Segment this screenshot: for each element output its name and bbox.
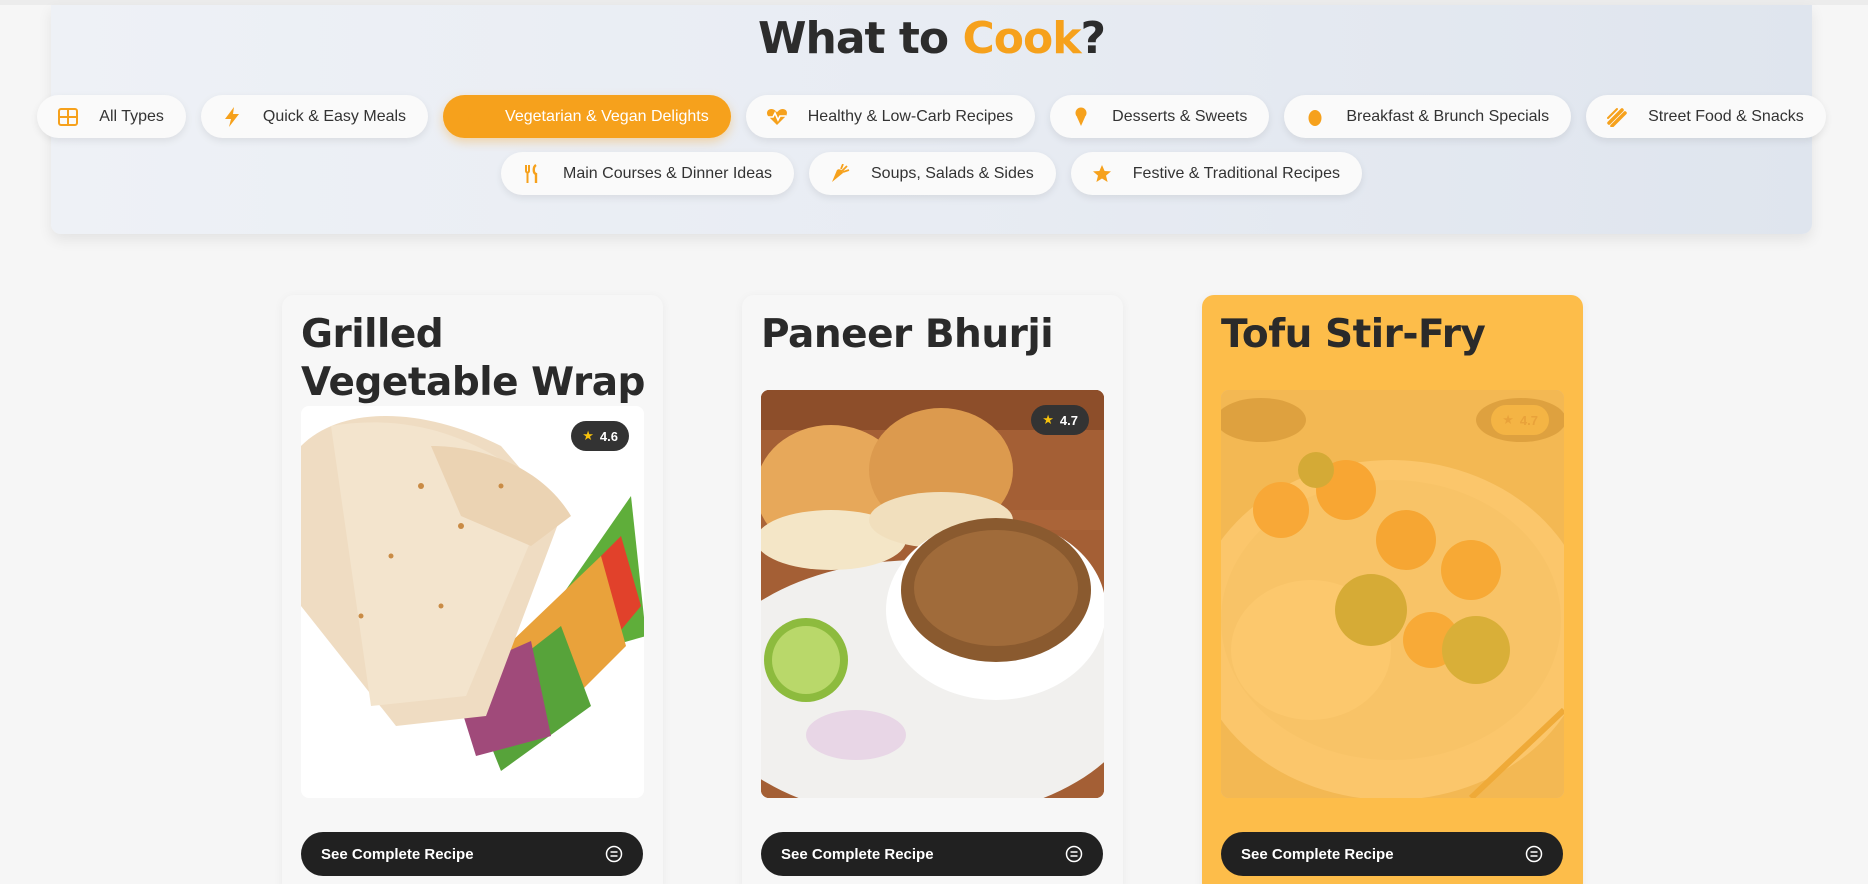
see-recipe-button[interactable]: See Complete Recipe bbox=[1221, 832, 1563, 876]
rating-badge: ★ 4.7 bbox=[1031, 405, 1089, 435]
arrow-circle-icon bbox=[1065, 845, 1083, 863]
chip-desserts[interactable]: Desserts & Sweets bbox=[1050, 95, 1270, 138]
chip-label: Quick & Easy Meals bbox=[262, 107, 407, 125]
chip-healthy-lowcarb[interactable]: Healthy & Low-Carb Recipes bbox=[745, 95, 1036, 138]
rating-badge: ★ 4.6 bbox=[571, 421, 629, 451]
rating-badge: ★ 4.7 bbox=[1491, 405, 1549, 435]
recipe-image: ★ 4.7 bbox=[761, 390, 1104, 798]
chip-soups-salads[interactable]: Soups, Salads & Sides bbox=[809, 152, 1056, 195]
page-title: What to Cook? bbox=[757, 13, 1106, 64]
star-icon: ★ bbox=[1042, 412, 1054, 427]
chip-quick-easy[interactable]: Quick & Easy Meals bbox=[200, 95, 429, 138]
heart-pulse-icon bbox=[766, 106, 788, 128]
chip-festive[interactable]: Festive & Traditional Recipes bbox=[1070, 152, 1362, 195]
recipe-card[interactable]: Grilled Vegetable Wrap ★ 4.6 See Complet… bbox=[282, 295, 663, 884]
chip-breakfast[interactable]: Breakfast & Brunch Specials bbox=[1284, 95, 1572, 138]
cta-label: See Complete Recipe bbox=[321, 845, 474, 863]
cta-label: See Complete Recipe bbox=[781, 845, 934, 863]
chip-label: All Types bbox=[99, 107, 164, 125]
rating-value: 4.7 bbox=[1519, 412, 1538, 428]
chip-label: Main Courses & Dinner Ideas bbox=[563, 164, 772, 182]
recipe-title: Tofu Stir-Fry bbox=[1221, 312, 1486, 357]
utensils-icon bbox=[521, 163, 543, 185]
see-recipe-button[interactable]: See Complete Recipe bbox=[761, 832, 1103, 876]
see-recipe-button[interactable]: See Complete Recipe bbox=[301, 832, 643, 876]
arrow-circle-icon bbox=[1525, 845, 1543, 863]
hover-overlay bbox=[1221, 390, 1564, 798]
category-hero: What to Cook? All Types Quick & Easy Mea… bbox=[37, 5, 1826, 234]
category-row-1: All Types Quick & Easy Meals Vegetarian … bbox=[37, 95, 1826, 138]
chip-main-courses[interactable]: Main Courses & Dinner Ideas bbox=[501, 152, 794, 195]
rating-value: 4.7 bbox=[1059, 412, 1078, 428]
star-icon bbox=[1091, 163, 1113, 185]
category-row-2: Main Courses & Dinner Ideas Soups, Salad… bbox=[51, 152, 1812, 195]
grid-icon bbox=[57, 106, 79, 128]
hotdog-icon bbox=[1606, 106, 1628, 128]
recipe-image: ★ 4.6 bbox=[301, 406, 644, 798]
recipe-card[interactable]: Paneer Bhurji ★ 4.7 See Complete Recipe bbox=[742, 295, 1123, 884]
ice-cream-icon bbox=[1070, 106, 1092, 128]
carrot-icon bbox=[829, 163, 851, 185]
recipe-title: Paneer Bhurji bbox=[761, 312, 1054, 357]
star-icon: ★ bbox=[582, 428, 594, 443]
chip-label: Soups, Salads & Sides bbox=[871, 164, 1034, 182]
chip-label: Healthy & Low-Carb Recipes bbox=[807, 107, 1014, 125]
star-icon: ★ bbox=[1502, 412, 1514, 427]
chip-all-types[interactable]: All Types bbox=[37, 95, 186, 138]
recipe-image: ★ 4.7 bbox=[1221, 390, 1564, 798]
chip-label: Breakfast & Brunch Specials bbox=[1346, 107, 1550, 125]
rating-value: 4.6 bbox=[599, 428, 618, 444]
chip-label: Vegetarian & Vegan Delights bbox=[505, 107, 709, 125]
recipe-title: Grilled Vegetable Wrap bbox=[301, 312, 645, 405]
chip-label: Street Food & Snacks bbox=[1648, 107, 1804, 125]
egg-icon bbox=[1304, 106, 1326, 128]
chip-street-food[interactable]: Street Food & Snacks bbox=[1586, 95, 1826, 138]
bolt-icon bbox=[221, 106, 243, 128]
cta-label: See Complete Recipe bbox=[1241, 845, 1394, 863]
chip-label: Desserts & Sweets bbox=[1112, 107, 1248, 125]
chip-label: Festive & Traditional Recipes bbox=[1132, 164, 1340, 182]
title-accent: Cook bbox=[962, 13, 1081, 64]
leaf-icon bbox=[463, 106, 485, 128]
recipe-card-highlighted[interactable]: Tofu Stir-Fry ★ 4.7 See Complete Recipe bbox=[1202, 295, 1583, 884]
chip-vegetarian-vegan[interactable]: Vegetarian & Vegan Delights bbox=[443, 95, 731, 138]
arrow-circle-icon bbox=[605, 845, 623, 863]
